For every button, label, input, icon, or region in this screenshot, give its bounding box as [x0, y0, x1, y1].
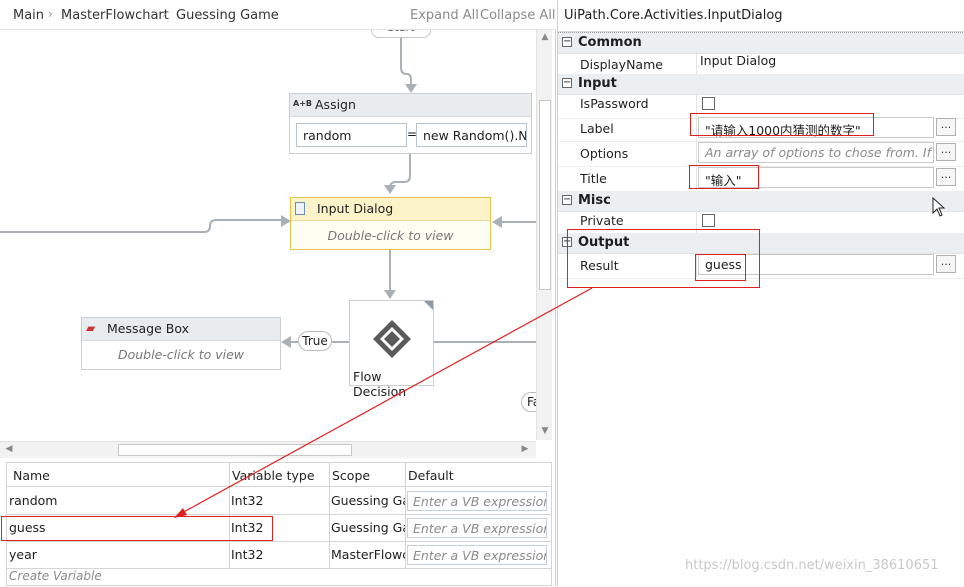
var-type-cell[interactable]: Int32: [229, 488, 329, 514]
input-dialog-activity[interactable]: Input Dialog Double-click to view: [290, 197, 491, 250]
assign-activity[interactable]: A+B Assign random = new Random().N: [289, 93, 532, 154]
variables-panel: Name Variable type Scope Default random …: [6, 462, 552, 586]
mouse-cursor-icon: [932, 197, 946, 217]
decision-diamond-icon: [373, 320, 411, 358]
horizontal-scroll-thumb[interactable]: [118, 444, 352, 456]
var-scope-cell[interactable]: Guessing Ga: [329, 515, 405, 541]
canvas-horizontal-scrollbar[interactable]: ◀ ▶: [0, 441, 536, 458]
create-variable-link[interactable]: Create Variable: [7, 567, 307, 587]
displayname-value[interactable]: Input Dialog: [700, 53, 776, 68]
category-input[interactable]: − Input: [558, 74, 964, 95]
prop-row-result: Result guess ...: [558, 253, 964, 279]
col-header-default[interactable]: Default: [405, 463, 551, 487]
input-dialog-hint: Double-click to view: [327, 228, 454, 243]
scroll-left-arrow[interactable]: ◀: [2, 444, 16, 454]
label-editor-button[interactable]: ...: [936, 118, 956, 136]
var-name-cell[interactable]: guess: [7, 515, 229, 541]
watermark: https://blog.csdn.net/weixin_38610651: [685, 558, 939, 573]
expand-all-link[interactable]: Expand All: [410, 8, 479, 23]
properties-title: UiPath.Core.Activities.InputDialog: [558, 0, 964, 32]
breadcrumb-item-guessing-game[interactable]: Guessing Game: [176, 8, 279, 23]
breadcrumb-item-masterflowchart[interactable]: MasterFlowchart: [61, 8, 169, 23]
col-header-name[interactable]: Name: [7, 463, 229, 487]
input-dialog-header: Input Dialog: [291, 198, 490, 221]
result-input[interactable]: guess: [698, 254, 934, 275]
assign-value-field[interactable]: new Random().N: [416, 123, 527, 147]
var-type-cell[interactable]: Int32: [229, 542, 329, 568]
flow-decision-activity[interactable]: Flow Decision: [349, 300, 434, 399]
corner-marker: [424, 301, 433, 310]
var-name-cell[interactable]: year: [7, 542, 229, 568]
private-checkbox[interactable]: [702, 214, 715, 227]
message-box-activity[interactable]: ▰ Message Box Double-click to view: [81, 317, 281, 370]
collapse-icon[interactable]: −: [562, 195, 572, 205]
options-input[interactable]: An array of options to chose from. If se: [698, 142, 934, 163]
collapse-all-link[interactable]: Collapse All: [480, 8, 556, 23]
var-type-cell[interactable]: Int32: [229, 515, 329, 541]
flowchart-canvas[interactable]: Start A+B Assign random = new Random().N…: [0, 30, 536, 440]
ispassword-checkbox[interactable]: [702, 97, 715, 110]
prop-row-options: Options An array of options to chose fro…: [558, 141, 964, 167]
assign-header: A+B Assign: [290, 94, 531, 117]
var-scope-cell[interactable]: Guessing Ga: [329, 488, 405, 514]
var-default-input[interactable]: Enter a VB expression: [407, 491, 547, 511]
collapse-icon[interactable]: −: [562, 78, 572, 88]
options-editor-button[interactable]: ...: [936, 143, 956, 161]
assign-icon: A+B: [293, 99, 312, 108]
var-scope-cell[interactable]: MasterFlowc: [329, 542, 405, 568]
start-node[interactable]: Start: [371, 30, 431, 38]
message-box-hint: Double-click to view: [117, 347, 244, 362]
message-box-icon: ▰: [86, 321, 96, 335]
var-name-cell[interactable]: random: [7, 488, 229, 514]
var-default-input[interactable]: Enter a VB expression: [407, 518, 547, 538]
scroll-right-arrow[interactable]: ▶: [518, 444, 532, 454]
result-editor-button[interactable]: ...: [936, 255, 956, 273]
assign-to-field[interactable]: random: [296, 123, 407, 147]
true-branch-label[interactable]: True: [298, 331, 332, 351]
breadcrumb-item-main[interactable]: Main: [13, 8, 44, 23]
workflow-designer-panel: Main › MasterFlowchart › Guessing Game E…: [0, 0, 556, 586]
collapse-icon[interactable]: +: [562, 237, 572, 247]
scroll-down-arrow[interactable]: ▼: [538, 426, 552, 436]
message-box-header: ▰ Message Box: [82, 318, 280, 341]
chevron-right-icon: ›: [48, 7, 53, 21]
assign-title: Assign: [315, 97, 356, 112]
properties-panel: UiPath.Core.Activities.InputDialog − Com…: [557, 0, 964, 586]
label-input[interactable]: "请输入1000内猜测的数字": [698, 117, 934, 138]
prop-row-private: Private: [558, 211, 964, 235]
col-divider: [405, 463, 406, 569]
flow-decision-label: Flow Decision: [353, 369, 407, 399]
col-header-scope[interactable]: Scope: [329, 463, 405, 487]
breadcrumb: Main › MasterFlowchart › Guessing Game E…: [0, 0, 556, 30]
var-default-input[interactable]: Enter a VB expression: [407, 545, 547, 565]
category-output[interactable]: + Output: [558, 233, 964, 254]
category-common[interactable]: − Common: [558, 32, 964, 54]
vertical-scroll-thumb[interactable]: [539, 100, 551, 290]
title-input[interactable]: "输入": [698, 167, 934, 188]
title-editor-button[interactable]: ...: [936, 168, 956, 186]
col-header-type[interactable]: Variable type: [229, 463, 329, 487]
prop-row-label: Label "请输入1000内猜测的数字" ...: [558, 116, 964, 142]
collapse-icon[interactable]: −: [562, 37, 572, 47]
dialog-icon: [295, 202, 305, 215]
message-box-title: Message Box: [107, 321, 189, 336]
chevron-right-icon: ›: [162, 7, 167, 21]
input-dialog-title: Input Dialog: [317, 201, 394, 216]
scroll-up-arrow[interactable]: ▲: [538, 32, 552, 42]
false-branch-label[interactable]: Fa: [521, 392, 536, 412]
prop-row-title: Title "输入" ...: [558, 166, 964, 192]
category-misc[interactable]: − Misc: [558, 191, 964, 212]
canvas-vertical-scrollbar[interactable]: ▲ ▼: [536, 30, 552, 440]
